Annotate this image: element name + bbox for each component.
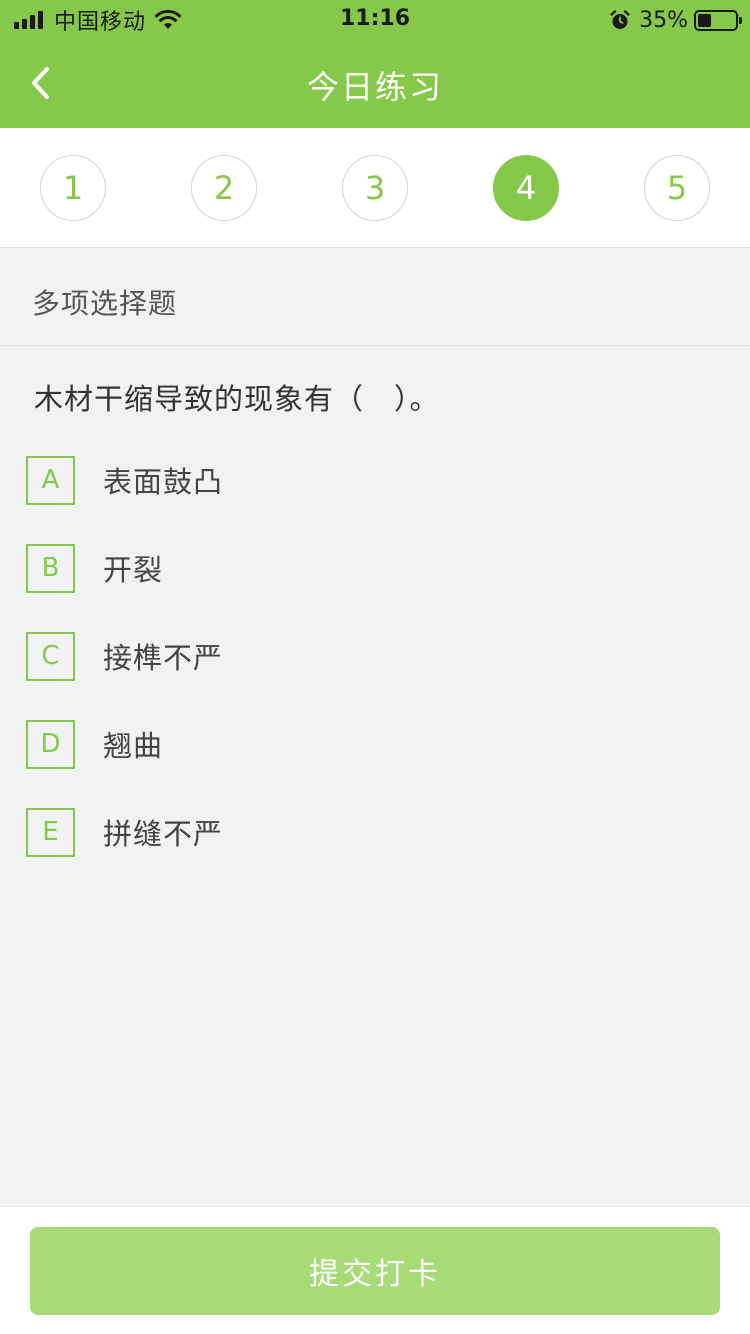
- option-letter-box: C: [26, 631, 75, 681]
- question-number-4[interactable]: 4: [493, 155, 559, 221]
- alarm-icon: [610, 10, 630, 29]
- option-letter-box: D: [26, 719, 75, 769]
- option-c[interactable]: C 接榫不严: [26, 631, 726, 681]
- option-letter-box: E: [26, 807, 75, 857]
- battery-nub: [739, 16, 742, 24]
- question-number-strip: 1 2 3 4 5: [0, 128, 750, 248]
- option-letter-box: B: [26, 543, 75, 593]
- option-text: 翘曲: [103, 729, 164, 763]
- battery-percent: 35%: [639, 7, 688, 33]
- question-type: 多项选择题: [32, 287, 178, 320]
- option-text: 表面鼓凸: [103, 465, 224, 499]
- question-type-bar: 多项选择题: [0, 248, 750, 346]
- bottom-bar: 提交打卡: [0, 1206, 750, 1334]
- option-d[interactable]: D 翘曲: [26, 719, 726, 769]
- question-number-5[interactable]: 5: [644, 155, 710, 221]
- option-b[interactable]: B 开裂: [26, 543, 726, 593]
- option-e[interactable]: E 拼缝不严: [26, 807, 726, 857]
- submit-checkin-button[interactable]: 提交打卡: [30, 1227, 720, 1315]
- option-letter-box: A: [26, 455, 75, 505]
- question-number-2[interactable]: 2: [191, 155, 257, 221]
- page-title: 今日练习: [306, 68, 443, 106]
- status-right: 35%: [609, 6, 742, 34]
- battery-icon: [694, 9, 742, 31]
- battery-fill: [698, 13, 711, 27]
- status-bar: 中国移动 11:16 35%: [0, 0, 750, 40]
- top-bar: 中国移动 11:16 35% 今日练习: [0, 0, 750, 128]
- question-number-1[interactable]: 1: [40, 155, 106, 221]
- question-text: 木材干缩导致的现象有（ ）。: [34, 382, 440, 416]
- option-text: 拼缝不严: [103, 817, 224, 851]
- option-text: 接榫不严: [103, 641, 224, 675]
- question-number-3[interactable]: 3: [342, 155, 408, 221]
- screen: 中国移动 11:16 35% 今日练习 1 2 3 4 5 多项选择题 木材干缩…: [0, 0, 750, 1334]
- nav-bar: 今日练习: [0, 40, 750, 128]
- option-text: 开裂: [103, 553, 164, 587]
- option-a[interactable]: A 表面鼓凸: [26, 455, 726, 505]
